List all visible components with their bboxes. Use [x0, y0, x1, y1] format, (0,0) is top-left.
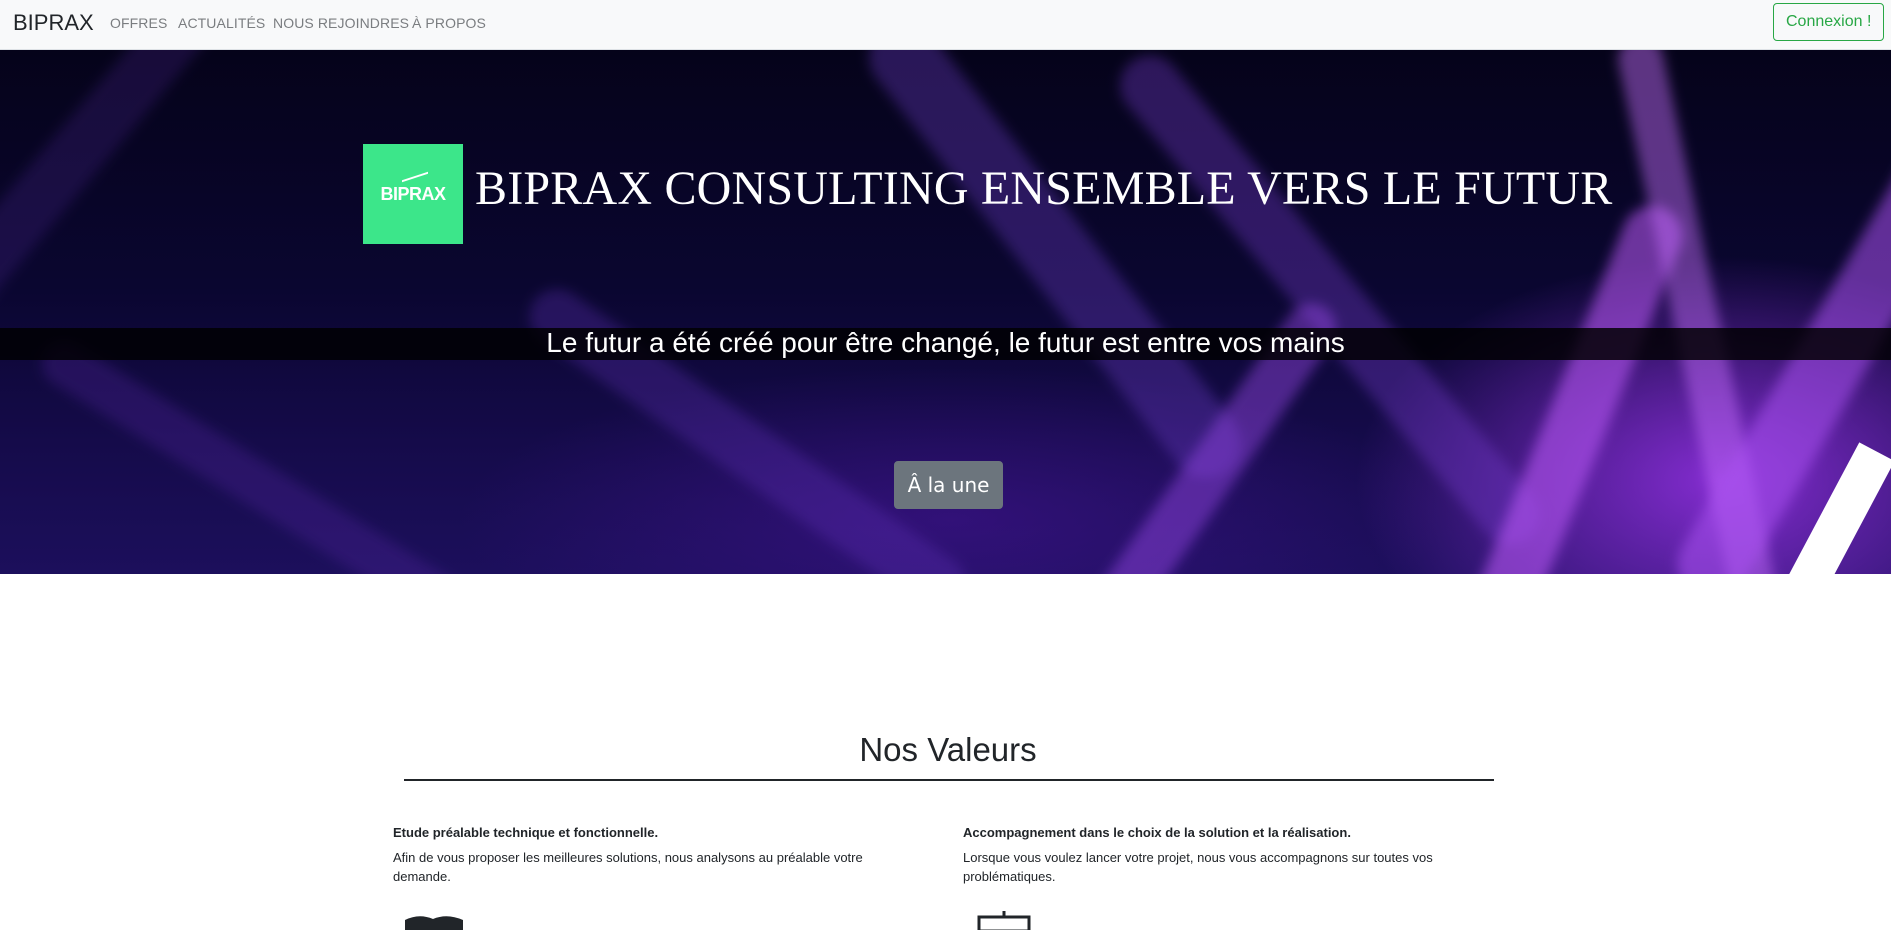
value-heading: Accompagnement dans le choix de la solut… — [963, 825, 1351, 840]
value-description: Afin de vous proposer les meilleures sol… — [393, 850, 863, 884]
value-description: Lorsque vous voulez lancer votre projet,… — [963, 850, 1433, 884]
nav-link-actualites[interactable]: ACTUALITÉS — [178, 15, 265, 31]
hero-title: BIPRAX CONSULTING ENSEMBLE VERS LE FUTUR — [475, 162, 1613, 215]
presentation-board-icon — [976, 910, 1032, 930]
logo-text: BIPRAX — [380, 183, 446, 204]
top-navbar: BIPRAX OFFRES ACTUALITÉS NOUS REJOINDRES… — [0, 0, 1891, 50]
light-beam — [33, 332, 532, 574]
biprax-logo: BIPRAX — [363, 144, 463, 244]
value-item-etude: Etude préalable technique et fonctionnel… — [393, 824, 913, 886]
book-icon — [403, 914, 465, 930]
login-button[interactable]: Connexion ! — [1773, 3, 1884, 41]
value-item-accompagnement: Accompagnement dans le choix de la solut… — [963, 824, 1483, 886]
values-divider — [404, 779, 1494, 781]
nav-link-offres[interactable]: OFFRES — [110, 15, 167, 31]
hero-tagline: Le futur a été créé pour être changé, le… — [546, 327, 1345, 358]
nav-link-a-propos[interactable]: À PROPOS — [412, 15, 486, 31]
a-la-une-button[interactable]: Â la une — [894, 461, 1003, 509]
light-beam — [518, 278, 977, 574]
light-beam — [0, 50, 244, 319]
value-heading: Etude préalable technique et fonctionnel… — [393, 825, 659, 840]
brand-link[interactable]: BIPRAX — [13, 10, 94, 36]
values-title: Nos Valeurs — [859, 731, 1037, 768]
nav-link-nous-rejoindres[interactable]: NOUS REJOINDRES — [273, 15, 409, 31]
hero-banner: BIPRAX BIPRAX CONSULTING ENSEMBLE VERS L… — [0, 50, 1891, 574]
